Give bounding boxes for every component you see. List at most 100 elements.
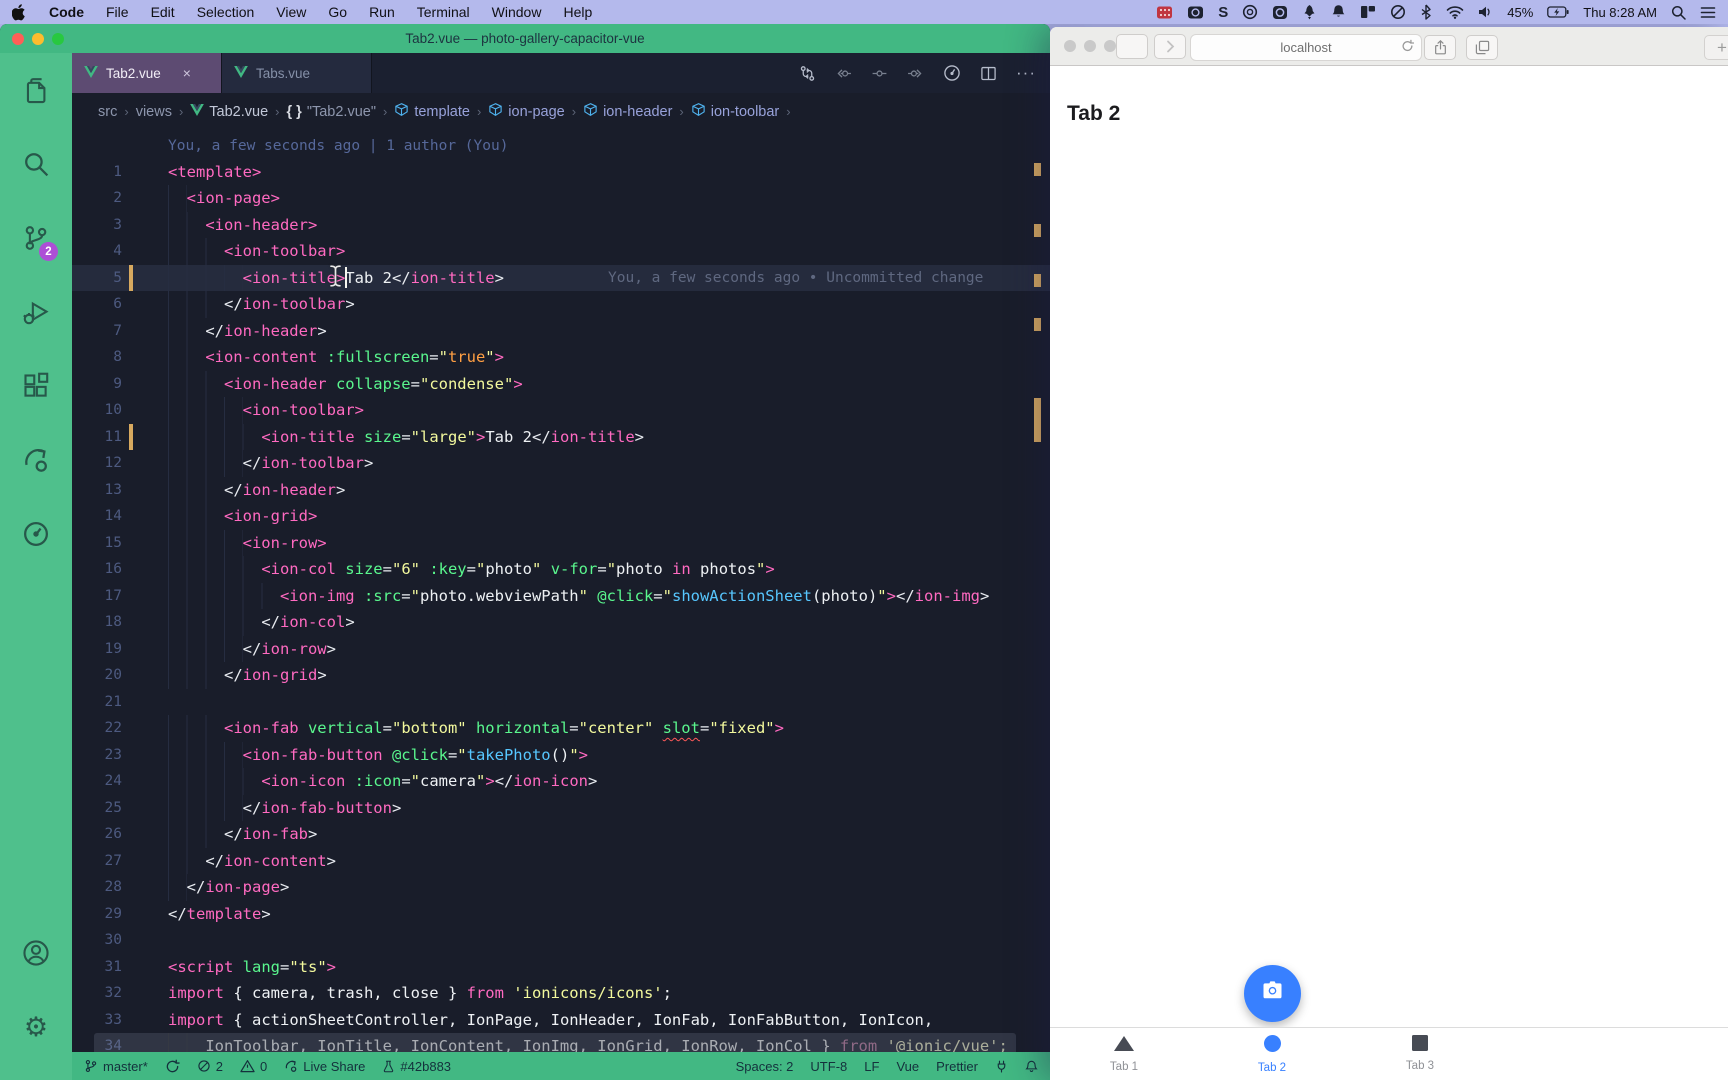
breadcrumb-item-views[interactable]: views (136, 104, 172, 120)
editor-tab-tabs-vue[interactable]: Tabs.vue (222, 53, 372, 93)
breadcrumb-item-iontoolbar[interactable]: ion-toolbar (691, 102, 780, 121)
tab-bar-item-tab-1[interactable]: Tab 1 (1069, 1028, 1179, 1079)
recording-icon[interactable] (1156, 3, 1173, 21)
line-number: 32 (72, 980, 122, 1007)
settings-gear-icon[interactable]: ⚙ (0, 990, 72, 1064)
bluetooth-icon[interactable] (1420, 3, 1432, 21)
menu-item-selection[interactable]: Selection (197, 4, 255, 20)
breadcrumb-item-ionheader[interactable]: ion-header (583, 102, 672, 121)
menu-item-terminal[interactable]: Terminal (417, 4, 470, 20)
skitch-icon[interactable]: S (1218, 3, 1228, 21)
tab-bar-item-tab-3[interactable]: Tab 3 (1365, 1028, 1475, 1079)
line-number: 9 (72, 371, 122, 398)
new-tab-button[interactable]: + (1704, 35, 1728, 60)
dnd-icon[interactable] (1390, 3, 1406, 21)
breadcrumb-item-ionpage[interactable]: ion-page (488, 102, 564, 121)
take-photo-fab-button[interactable] (1244, 965, 1301, 1022)
menu-item-view[interactable]: View (276, 4, 306, 20)
working-file-icon[interactable] (871, 65, 888, 82)
status-sync-icon[interactable] (165, 1059, 180, 1074)
warning-icon (240, 1059, 255, 1073)
status-vue[interactable]: Vue (896, 1059, 919, 1074)
status-live-share[interactable]: Live Share (284, 1059, 365, 1074)
menu-item-code[interactable]: Code (49, 4, 84, 20)
breadcrumb-item-tab2vue[interactable]: { }"Tab2.vue" (287, 104, 376, 120)
address-bar[interactable]: localhost (1190, 34, 1422, 61)
forward-button[interactable] (1154, 34, 1186, 59)
more-actions-icon[interactable]: ··· (1016, 63, 1036, 83)
next-change-icon[interactable] (907, 65, 924, 82)
menu-item-file[interactable]: File (106, 4, 129, 20)
rocket-icon[interactable] (1302, 3, 1317, 21)
window-tiles-icon[interactable] (1360, 3, 1376, 21)
tab-overview-icon[interactable] (1466, 35, 1498, 60)
explorer-icon[interactable] (0, 53, 72, 127)
menu-item-go[interactable]: Go (328, 4, 347, 20)
live-share-icon[interactable] (0, 423, 72, 497)
line-number: 19 (72, 636, 122, 663)
battery-percent[interactable]: 45% (1507, 5, 1533, 20)
breadcrumb-item-tab2vue[interactable]: Tab2.vue (190, 104, 268, 120)
line-number: 15 (72, 530, 122, 557)
status-plug-icon[interactable] (995, 1059, 1008, 1074)
close-window-button[interactable] (12, 33, 24, 45)
code-line-14: 14 <ion-grid> (72, 503, 1050, 530)
menu-item-help[interactable]: Help (563, 4, 592, 20)
previous-change-icon[interactable] (835, 65, 852, 82)
notification-center-icon[interactable] (1700, 3, 1716, 21)
status-master-[interactable]: master* (84, 1059, 148, 1074)
breadcrumb-item-src[interactable]: src (98, 104, 117, 120)
gitlens-authors-lens[interactable]: You, a few seconds ago | 1 author (You) (168, 138, 508, 154)
status-bell-icon[interactable] (1025, 1059, 1038, 1074)
wifi-icon[interactable] (1446, 3, 1464, 21)
reload-icon[interactable] (1401, 39, 1414, 56)
zoom-window-button[interactable] (1104, 40, 1116, 52)
minimize-window-button[interactable] (1084, 40, 1096, 52)
menu-clock[interactable]: Thu 8:28 AM (1583, 5, 1657, 20)
breadcrumb-item-template[interactable]: template (394, 102, 470, 121)
status-prettier[interactable]: Prettier (936, 1059, 978, 1074)
source-control-icon[interactable]: 2 (0, 201, 72, 275)
search-icon[interactable] (0, 127, 72, 201)
spotlight-icon[interactable] (1671, 3, 1686, 21)
extensions-icon[interactable] (0, 349, 72, 423)
menu-item-window[interactable]: Window (492, 4, 542, 20)
open-changes-icon[interactable] (799, 65, 816, 82)
bell-icon[interactable] (1331, 3, 1346, 21)
target-icon[interactable] (1242, 3, 1258, 21)
code-line-25: 25 </ion-fab-button> (72, 795, 1050, 822)
tab-bar-item-tab-2[interactable]: Tab 2 (1217, 1028, 1327, 1079)
vscode-title-bar[interactable]: Tab2.vue — photo-gallery-capacitor-vue (0, 24, 1050, 53)
line-number: 29 (72, 901, 122, 928)
volume-icon[interactable] (1478, 3, 1493, 21)
close-window-button[interactable] (1064, 40, 1076, 52)
code-lines: You, a few seconds ago | 1 author (You) 1… (72, 132, 1050, 1060)
back-button[interactable] (1116, 34, 1148, 59)
run-debug-icon[interactable] (0, 275, 72, 349)
timeline-icon[interactable] (0, 497, 72, 571)
camera-app-icon[interactable] (1187, 3, 1204, 21)
code-editor[interactable]: You, a few seconds ago | 1 author (You) 1… (72, 130, 1050, 1080)
menu-item-edit[interactable]: Edit (151, 4, 175, 20)
close-tab-icon[interactable]: × (183, 65, 191, 81)
status--42b883[interactable]: #42b883 (382, 1059, 451, 1074)
minimize-window-button[interactable] (32, 33, 44, 45)
menu-item-run[interactable]: Run (369, 4, 395, 20)
apple-logo-icon[interactable] (12, 3, 27, 21)
status-lf[interactable]: LF (864, 1059, 879, 1074)
share-icon[interactable] (1424, 35, 1456, 60)
status-utf-8[interactable]: UTF-8 (810, 1059, 847, 1074)
code-line-33: 33import { actionSheetController, IonPag… (72, 1007, 1050, 1034)
line-number: 12 (72, 450, 122, 477)
status-0[interactable]: 0 (240, 1059, 267, 1074)
file-history-icon[interactable] (943, 64, 961, 82)
zoom-window-button[interactable] (52, 33, 64, 45)
status-spaces-2[interactable]: Spaces: 2 (736, 1059, 794, 1074)
tab-label: Tab 3 (1406, 1060, 1434, 1072)
account-icon[interactable] (0, 916, 72, 990)
status-2[interactable]: 2 (197, 1059, 223, 1074)
split-editor-icon[interactable] (980, 65, 997, 82)
editor-tab-tab2-vue[interactable]: Tab2.vue× (72, 53, 222, 93)
display-icon[interactable] (1272, 3, 1288, 21)
battery-icon[interactable] (1547, 3, 1569, 21)
